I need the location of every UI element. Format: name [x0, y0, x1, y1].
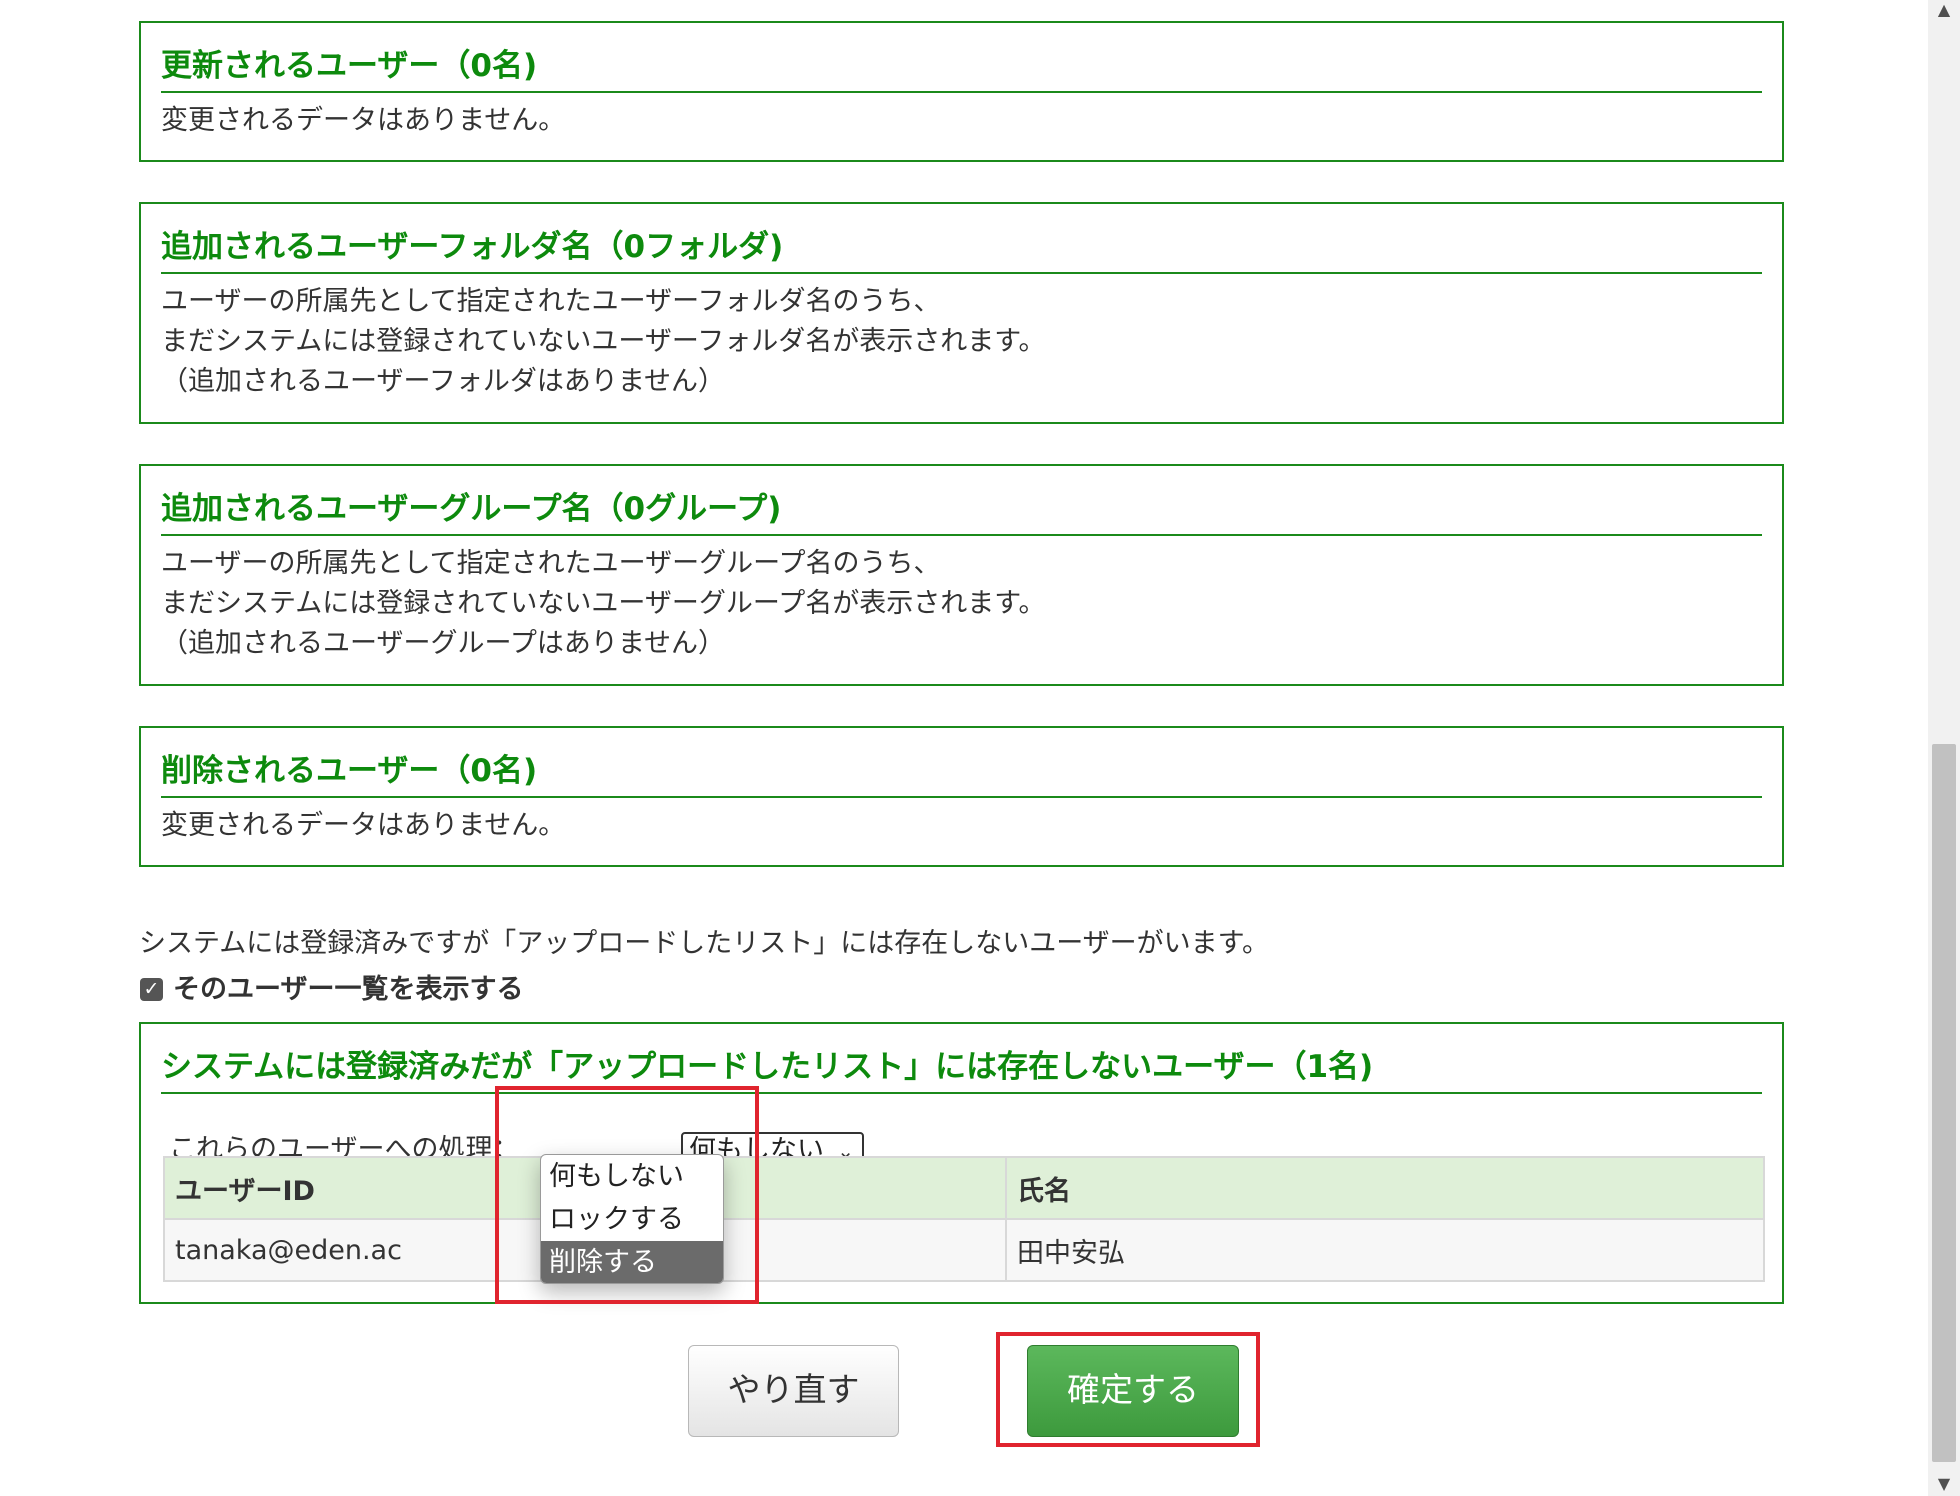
added-groups-text-3: （追加されるユーザーグループはありません） — [161, 628, 726, 659]
added-folders-text-3: （追加されるユーザーフォルダはありません） — [161, 366, 726, 397]
missing-users-title: システムには登録済みだが「アップロードしたリスト」には存在しないユーザー（1名) — [161, 1042, 1762, 1094]
added-groups-title: 追加されるユーザーグループ名（0グループ) — [161, 484, 1762, 536]
added-folders-section: 追加されるユーザーフォルダ名（0フォルダ) ユーザーの所属先として指定されたユー… — [139, 202, 1784, 424]
table-header-row: ユーザーID 氏名 — [163, 1156, 1765, 1220]
deleted-users-section: 削除されるユーザー（0名) 変更されるデータはありません。 — [139, 726, 1784, 867]
updated-users-title: 更新されるユーザー（0名) — [161, 41, 1762, 93]
added-folders-title: 追加されるユーザーフォルダ名（0フォルダ) — [161, 222, 1762, 274]
added-groups-text-2: まだシステムには登録されていないユーザーグループ名が表示されます。 — [161, 588, 1046, 619]
updated-users-text: 変更されるデータはありません。 — [161, 105, 566, 136]
missing-users-section: システムには登録済みだが「アップロードしたリスト」には存在しないユーザー（1名)… — [139, 1022, 1784, 1304]
deleted-users-text: 変更されるデータはありません。 — [161, 810, 566, 841]
deleted-users-title: 削除されるユーザー（0名) — [161, 746, 1762, 798]
cell-name: 田中安弘 — [1005, 1218, 1765, 1282]
table-row: tanaka@eden.ac 田中安弘 — [163, 1218, 1765, 1282]
updated-users-section: 更新されるユーザー（0名) 変更されるデータはありません。 — [139, 21, 1784, 162]
show-list-checkbox[interactable]: ✓ — [140, 978, 163, 1001]
added-groups-section: 追加されるユーザーグループ名（0グループ) ユーザーの所属先として指定されたユー… — [139, 464, 1784, 686]
show-list-label[interactable]: そのユーザー一覧を表示する — [173, 970, 523, 1010]
scroll-down-arrow-icon[interactable]: ▼ — [1928, 1474, 1960, 1494]
added-groups-text-1: ユーザーの所属先として指定されたユーザーグループ名のうち、 — [161, 548, 941, 579]
vertical-scrollbar[interactable]: ▲ ▼ — [1928, 0, 1960, 1496]
column-header-name: 氏名 — [1005, 1156, 1765, 1220]
added-folders-text-2: まだシステムには登録されていないユーザーフォルダ名が表示されます。 — [161, 326, 1046, 357]
redo-button[interactable]: やり直す — [688, 1345, 899, 1437]
dropdown-highlight-box — [495, 1086, 759, 1304]
confirm-button[interactable]: 確定する — [1027, 1345, 1239, 1437]
added-folders-text-1: ユーザーの所属先として指定されたユーザーフォルダ名のうち、 — [161, 286, 941, 317]
checkmark-icon: ✓ — [143, 978, 160, 1000]
unlisted-users-notice: システムには登録済みですが「アップロードしたリスト」には存在しないユーザーがいま… — [139, 928, 1269, 959]
scroll-up-arrow-icon[interactable]: ▲ — [1928, 0, 1960, 20]
scrollbar-thumb[interactable] — [1932, 744, 1956, 1462]
missing-users-table: ユーザーID 氏名 tanaka@eden.ac 田中安弘 — [163, 1156, 1765, 1282]
